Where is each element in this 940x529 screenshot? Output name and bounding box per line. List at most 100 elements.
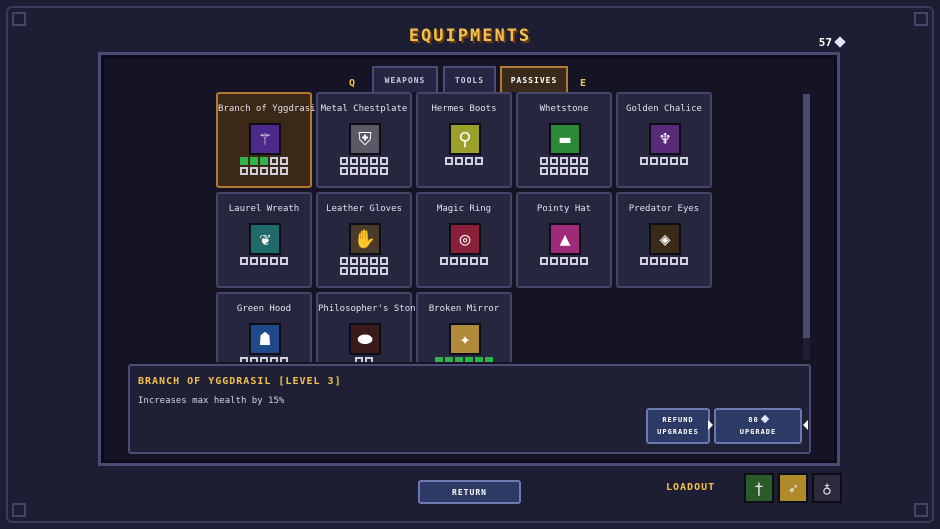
- boots-icon: ⚲: [449, 123, 481, 155]
- level-pip: [370, 257, 378, 265]
- equipment-card[interactable]: Leather Gloves ✋: [316, 192, 412, 288]
- equipment-card[interactable]: Predator Eyes ◈: [616, 192, 712, 288]
- equipment-card[interactable]: Magic Ring ◎: [416, 192, 512, 288]
- upgrade-levels: [618, 257, 710, 265]
- level-pip: [380, 167, 388, 175]
- upgrade-cost-row: 80: [748, 414, 769, 426]
- equipment-card[interactable]: Green Hood ☗: [216, 292, 312, 362]
- level-pip: [465, 157, 473, 165]
- level-pip: [580, 257, 588, 265]
- level-pip: [260, 157, 268, 165]
- level-pip: [650, 157, 658, 165]
- level-pip: [240, 257, 248, 265]
- equipment-card[interactable]: Pointy Hat ▲: [516, 192, 612, 288]
- branch-icon: ⚚: [249, 123, 281, 155]
- level-pip: [360, 257, 368, 265]
- equipment-name: Magic Ring: [436, 204, 492, 214]
- equipment-name: Predator Eyes: [628, 204, 700, 214]
- hat-icon: ▲: [549, 223, 581, 255]
- refund-upgrades-button[interactable]: REFUND UPGRADES: [646, 408, 710, 444]
- scrollbar-thumb[interactable]: [803, 94, 810, 338]
- level-pip: [680, 257, 688, 265]
- upgrade-button[interactable]: 80 UPGRADE: [714, 408, 802, 444]
- equipment-name: Metal Chestplate: [320, 104, 408, 114]
- tab-weapons[interactable]: WEAPONS: [372, 66, 438, 92]
- equipment-name: Whetstone: [539, 104, 589, 114]
- level-pip: [270, 167, 278, 175]
- sword-icon[interactable]: †: [744, 473, 774, 503]
- equipment-name: Broken Mirror: [428, 304, 500, 314]
- frame-corner: [12, 503, 26, 517]
- level-row: [240, 167, 288, 175]
- level-pip: [445, 157, 453, 165]
- level-pip: [240, 157, 248, 165]
- equipment-card[interactable]: Whetstone ▬: [516, 92, 612, 188]
- potion-icon[interactable]: ♁: [812, 473, 842, 503]
- mirror-icon: ✦: [449, 323, 481, 355]
- level-pip: [260, 167, 268, 175]
- level-pip: [540, 167, 548, 175]
- ring-icon: ◎: [449, 223, 481, 255]
- equipment-name: Branch of Yggdrasil: [218, 104, 321, 114]
- equipment-card[interactable]: Metal Chestplate ⛨: [316, 92, 412, 188]
- level-row: [540, 257, 588, 265]
- equipment-grid: Branch of Yggdrasil ⚚ Metal Chestplate ⛨ Her…: [216, 92, 716, 362]
- level-pip: [570, 167, 578, 175]
- level-pip: [340, 157, 348, 165]
- level-pip: [340, 257, 348, 265]
- level-pip: [360, 167, 368, 175]
- level-row: [540, 167, 588, 175]
- level-pip: [540, 257, 548, 265]
- scrollbar[interactable]: [803, 94, 810, 360]
- level-pip: [250, 167, 258, 175]
- level-pip: [445, 357, 453, 362]
- tab-tools[interactable]: TOOLS: [443, 66, 496, 92]
- level-pip: [280, 257, 288, 265]
- level-pip: [560, 157, 568, 165]
- level-pip: [460, 257, 468, 265]
- level-pip: [670, 257, 678, 265]
- level-pip: [640, 157, 648, 165]
- wreath-icon: ❦: [249, 223, 281, 255]
- upgrade-levels: [518, 257, 610, 265]
- equipment-card[interactable]: Laurel Wreath ❦: [216, 192, 312, 288]
- page-title: EQUIPMENTS: [408, 26, 532, 46]
- level-row: [435, 357, 493, 362]
- gem-icon: [760, 414, 769, 424]
- level-pip: [380, 267, 388, 275]
- equipment-card[interactable]: Branch of Yggdrasil ⚚: [216, 92, 321, 188]
- level-pip: [570, 157, 578, 165]
- level-row: [355, 357, 373, 362]
- tab-passives[interactable]: PASSIVES: [500, 66, 568, 92]
- level-pip: [350, 167, 358, 175]
- level-pip: [465, 357, 473, 362]
- level-pip: [260, 257, 268, 265]
- gem-icon: [834, 36, 846, 48]
- level-row: [540, 157, 588, 165]
- upgrade-levels: [218, 357, 310, 362]
- tab-prev-key: Q: [349, 78, 356, 89]
- level-pip: [580, 157, 588, 165]
- equipment-card[interactable]: Golden Chalice ♆: [616, 92, 712, 188]
- equipment-card[interactable]: Hermes Boots ⚲: [416, 92, 512, 188]
- arrow-right-icon: [708, 420, 713, 430]
- upgrade-levels: [418, 357, 510, 362]
- level-row: [445, 157, 483, 165]
- tab-next-key: E: [580, 78, 587, 89]
- level-pip: [370, 167, 378, 175]
- level-pip: [455, 157, 463, 165]
- level-pip: [570, 257, 578, 265]
- bow-icon[interactable]: ➶: [778, 473, 808, 503]
- level-pip: [340, 167, 348, 175]
- upgrade-levels: [418, 157, 510, 165]
- level-pip: [475, 157, 483, 165]
- equipment-card[interactable]: Philosopher's Stone ⬬: [316, 292, 421, 362]
- level-pip: [550, 167, 558, 175]
- level-pip: [360, 267, 368, 275]
- level-row: [240, 157, 288, 165]
- level-pip: [270, 357, 278, 362]
- level-row: [240, 357, 288, 362]
- upgrade-cost: 80: [748, 416, 759, 424]
- return-button[interactable]: RETURN: [418, 480, 521, 504]
- equipment-card[interactable]: Broken Mirror ✦: [416, 292, 512, 362]
